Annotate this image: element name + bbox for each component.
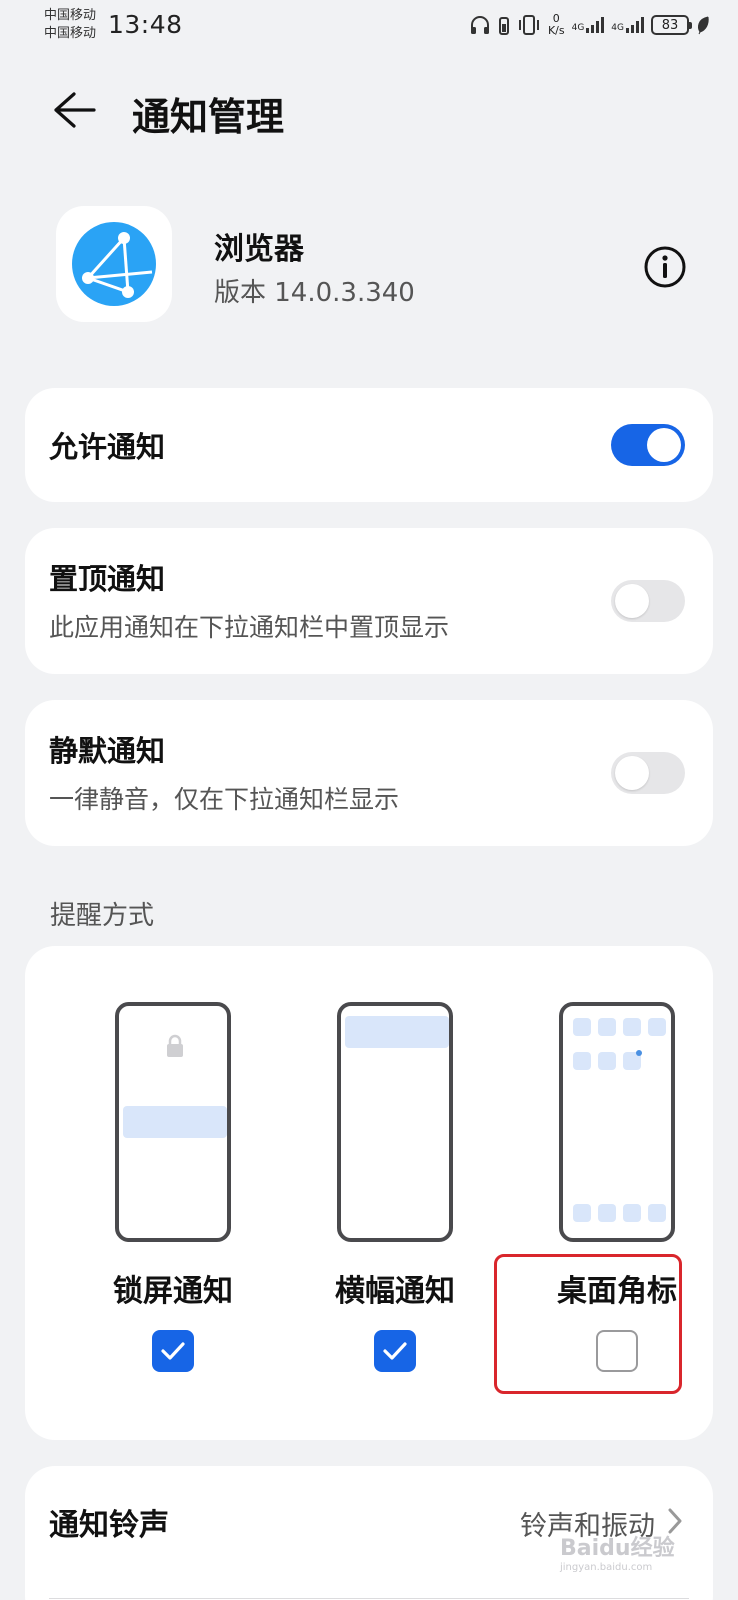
banner-placeholder: [345, 1016, 449, 1048]
allow-notifications-label: 允许通知: [49, 430, 166, 464]
allow-notifications-toggle[interactable]: [611, 424, 685, 466]
toggle-knob: [615, 584, 649, 618]
app-name: 浏览器: [214, 232, 304, 267]
lockscreen-checkbox[interactable]: [152, 1330, 194, 1372]
silent-notifications-row[interactable]: 静默通知 一律静音，仅在下拉通知栏显示: [25, 700, 713, 846]
battery-level: 83: [661, 17, 679, 33]
app-tile: [573, 1018, 591, 1036]
app-tile: [598, 1052, 616, 1070]
app-tile: [573, 1052, 591, 1070]
pinned-notifications-row[interactable]: 置顶通知 此应用通知在下拉通知栏中置顶显示: [25, 528, 713, 674]
pinned-notifications-label: 置顶通知: [49, 562, 166, 596]
app-tile: [598, 1018, 616, 1036]
status-bar: 中国移动 中国移动 13:48 0 K/s 4G 4G 83: [0, 0, 738, 50]
lock-icon: [167, 1034, 183, 1057]
battery-icon: 83: [651, 15, 692, 35]
carrier-1: 中国移动: [44, 8, 97, 23]
vibrate-icon: [518, 15, 539, 35]
ringtone-label: 通知铃声: [49, 1508, 169, 1543]
highlight-annotation: [494, 1254, 682, 1394]
pinned-notifications-toggle[interactable]: [611, 580, 685, 622]
app-icon: [56, 206, 172, 322]
status-icons: 0 K/s 4G 4G 83: [469, 13, 710, 37]
watermark: Baidu经验 jingyan.baidu.com: [560, 1536, 675, 1573]
app-tile: [623, 1018, 641, 1036]
reminder-section-label: 提醒方式: [50, 901, 155, 931]
checkmark-icon: [161, 1342, 185, 1360]
silent-notifications-toggle[interactable]: [611, 752, 685, 794]
badge-dot-icon: [636, 1050, 642, 1056]
allow-notifications-row[interactable]: 允许通知: [25, 388, 713, 502]
app-tile: [648, 1018, 666, 1036]
page-title: 通知管理: [132, 95, 285, 139]
silent-notifications-desc: 一律静音，仅在下拉通知栏显示: [49, 785, 400, 814]
headphone-battery-icon: [498, 17, 509, 35]
divider: [49, 1598, 689, 1599]
signal-1-icon: 4G: [572, 17, 605, 33]
toggle-knob: [615, 756, 649, 790]
app-version: 版本 14.0.3.340: [214, 278, 415, 308]
net-speed: 0 K/s: [547, 12, 565, 37]
notification-placeholder: [123, 1106, 227, 1138]
pinned-notifications-desc: 此应用通知在下拉通知栏中置顶显示: [49, 613, 450, 642]
banner-option[interactable]: 横幅通知: [303, 946, 483, 1386]
banner-preview: [337, 1002, 453, 1242]
dock-tile: [623, 1204, 641, 1222]
back-arrow-icon: [54, 92, 96, 128]
page-header: 通知管理: [0, 80, 738, 140]
headphones-icon: [470, 16, 489, 34]
banner-label: 横幅通知: [335, 1274, 455, 1309]
toggle-knob: [647, 428, 681, 462]
badge-preview: [559, 1002, 675, 1242]
lockscreen-label: 锁屏通知: [113, 1274, 233, 1309]
dock-tile: [598, 1204, 616, 1222]
banner-checkbox[interactable]: [374, 1330, 416, 1372]
lockscreen-option[interactable]: 锁屏通知: [81, 946, 261, 1386]
status-time: 13:48: [108, 10, 183, 39]
browser-icon: [72, 222, 156, 306]
leaf-icon: [698, 16, 709, 35]
lockscreen-preview: [115, 1002, 231, 1242]
carrier-2: 中国移动: [44, 26, 97, 41]
carrier-labels: 中国移动 中国移动: [44, 7, 96, 43]
checkmark-icon: [383, 1342, 407, 1360]
info-icon[interactable]: [642, 244, 688, 290]
dock-tile: [648, 1204, 666, 1222]
signal-2-icon: 4G: [611, 17, 644, 33]
back-button[interactable]: [48, 86, 100, 134]
silent-notifications-label: 静默通知: [49, 734, 166, 768]
dock-tile: [573, 1204, 591, 1222]
